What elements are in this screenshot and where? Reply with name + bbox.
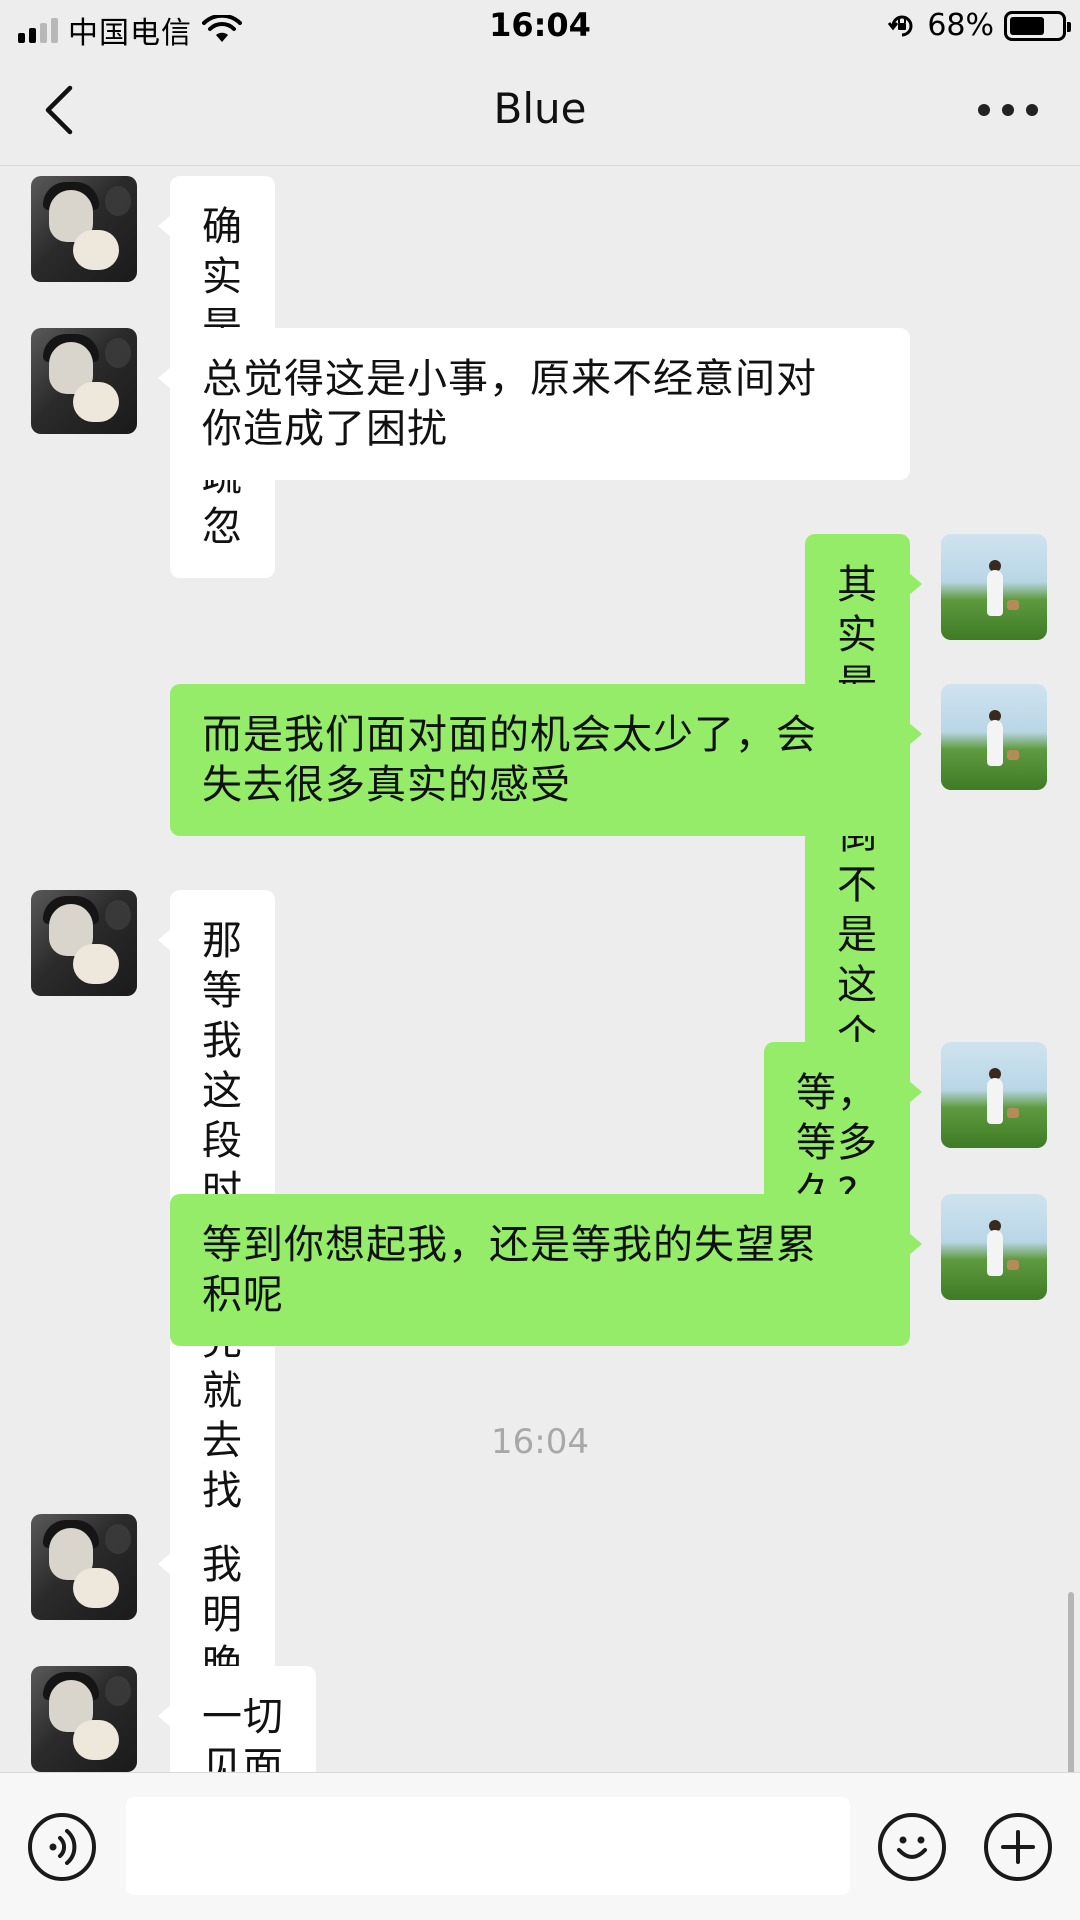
scrollbar[interactable]	[1068, 1592, 1074, 1772]
my-avatar[interactable]	[941, 534, 1047, 640]
message-text-line: 总觉得这是小事，原来不经意间对	[202, 356, 817, 402]
more-button[interactable]	[978, 98, 1038, 122]
chat-screen: 中国电信 16:04 68% Blue 确实是 忽 总觉得这是小事，原来不经意间…	[0, 0, 1080, 1920]
contact-avatar[interactable]	[31, 176, 137, 282]
rotation-lock-icon	[888, 15, 913, 36]
message-timestamp: 16:04	[491, 1422, 589, 1462]
contact-avatar[interactable]	[31, 1514, 137, 1620]
message-text-line: 失去很多真实的感受	[202, 762, 571, 808]
plus-icon	[1001, 1830, 1035, 1864]
message-bubble[interactable]: 总觉得这是小事，原来不经意间对 你造成了困扰	[158, 328, 910, 480]
message-input[interactable]	[126, 1797, 850, 1895]
my-avatar[interactable]	[941, 1194, 1047, 1300]
contact-avatar[interactable]	[31, 890, 137, 996]
voice-icon	[49, 1829, 77, 1865]
message-text-line: 积呢	[202, 1272, 284, 1318]
status-bar: 中国电信 16:04 68%	[0, 0, 1080, 54]
message-text-line: 而是我们面对面的机会太少了，会	[202, 712, 817, 758]
status-right: 68%	[887, 8, 1071, 43]
message-bubble[interactable]: 一切见面说，好嘛	[158, 1666, 316, 1772]
battery-percent: 68%	[927, 8, 994, 43]
battery-icon	[1004, 10, 1071, 41]
message-text-line: 你造成了困扰	[202, 406, 448, 452]
my-avatar[interactable]	[941, 1042, 1047, 1148]
nav-bar: Blue	[0, 54, 1080, 166]
more-functions-button[interactable]	[984, 1813, 1052, 1881]
message-bubble[interactable]: 等到你想起我，还是等我的失望累 积呢	[170, 1194, 922, 1346]
chat-title: Blue	[493, 84, 587, 133]
contact-avatar[interactable]	[31, 1666, 137, 1772]
more-dots-icon	[978, 104, 990, 116]
message-text: 一切见面说，好嘛	[202, 1694, 284, 1772]
emoji-button[interactable]	[878, 1813, 946, 1881]
my-avatar[interactable]	[941, 684, 1047, 790]
emoji-icon	[897, 1836, 927, 1859]
voice-button[interactable]	[28, 1813, 96, 1881]
message-list[interactable]: 确实是我的疏忽 总觉得这是小事，原来不经意间对 你造成了困扰 其实最重要倒不是这…	[0, 166, 1080, 1772]
input-bar	[0, 1772, 1080, 1920]
message-bubble[interactable]: 而是我们面对面的机会太少了，会 失去很多真实的感受	[170, 684, 922, 836]
message-text-line: 等到你想起我，还是等我的失望累	[202, 1222, 817, 1268]
contact-avatar[interactable]	[31, 328, 137, 434]
